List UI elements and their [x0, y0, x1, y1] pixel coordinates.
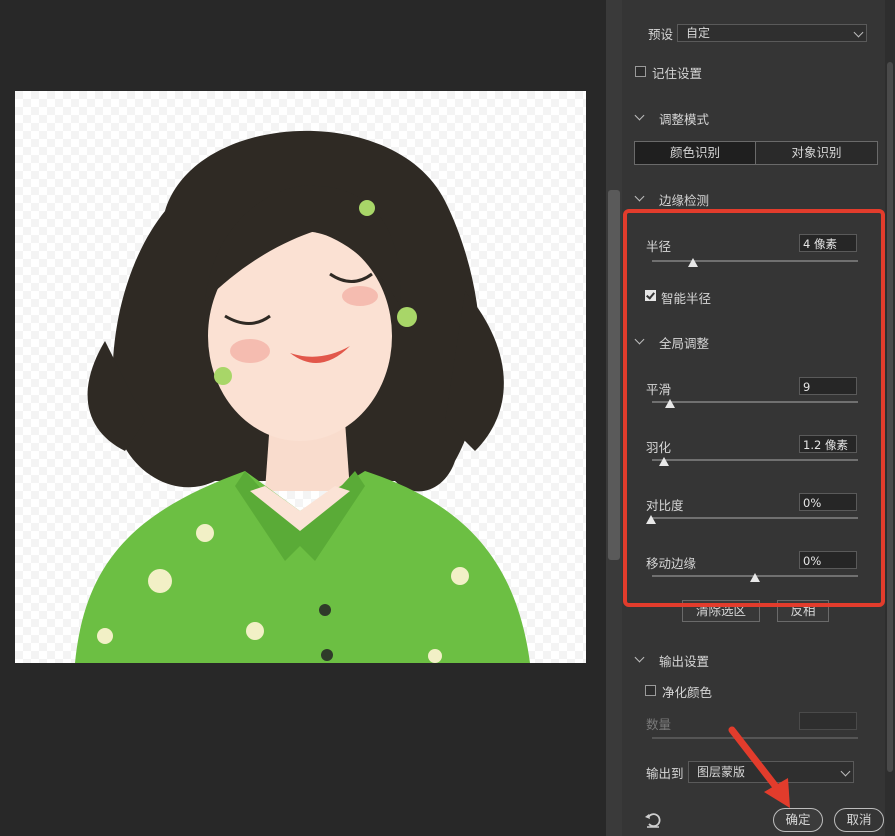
remember-settings-label: 记住设置	[652, 66, 703, 81]
output-settings-title: 输出设置	[659, 654, 710, 669]
document-image[interactable]	[15, 91, 586, 663]
edge-detection-title: 边缘检测	[659, 193, 710, 208]
reset-icon[interactable]	[644, 811, 662, 829]
highlight-box	[623, 209, 885, 607]
cancel-button[interactable]: 取消	[834, 808, 884, 832]
amount-input[interactable]	[799, 712, 857, 730]
panel-scrollbar[interactable]	[885, 0, 895, 836]
canvas-scrollbar-thumb[interactable]	[608, 190, 620, 560]
preset-label: 预设	[648, 27, 674, 42]
preset-select[interactable]: 自定	[677, 24, 867, 42]
decontaminate-checkbox[interactable]	[645, 685, 656, 696]
canvas-scrollbar[interactable]	[606, 0, 622, 836]
chevron-down-icon[interactable]	[634, 191, 645, 202]
arrow-annotation-icon	[728, 726, 790, 808]
color-aware-button[interactable]: 颜色识别	[634, 141, 756, 165]
canvas-area	[0, 0, 606, 836]
chevron-down-icon	[840, 766, 851, 777]
decontaminate-label: 净化颜色	[662, 685, 713, 700]
panel-scrollbar-thumb[interactable]	[887, 62, 893, 772]
remember-settings-checkbox[interactable]	[635, 66, 646, 77]
preset-value: 自定	[686, 26, 711, 40]
illustration-girl	[15, 91, 586, 663]
output-to-label: 输出到	[646, 766, 684, 781]
chevron-down-icon[interactable]	[634, 652, 645, 663]
amount-label: 数量	[646, 717, 672, 732]
object-aware-button[interactable]: 对象识别	[755, 141, 878, 165]
adjust-mode-title: 调整模式	[659, 112, 710, 127]
chevron-down-icon	[853, 27, 864, 38]
chevron-down-icon[interactable]	[634, 110, 645, 121]
